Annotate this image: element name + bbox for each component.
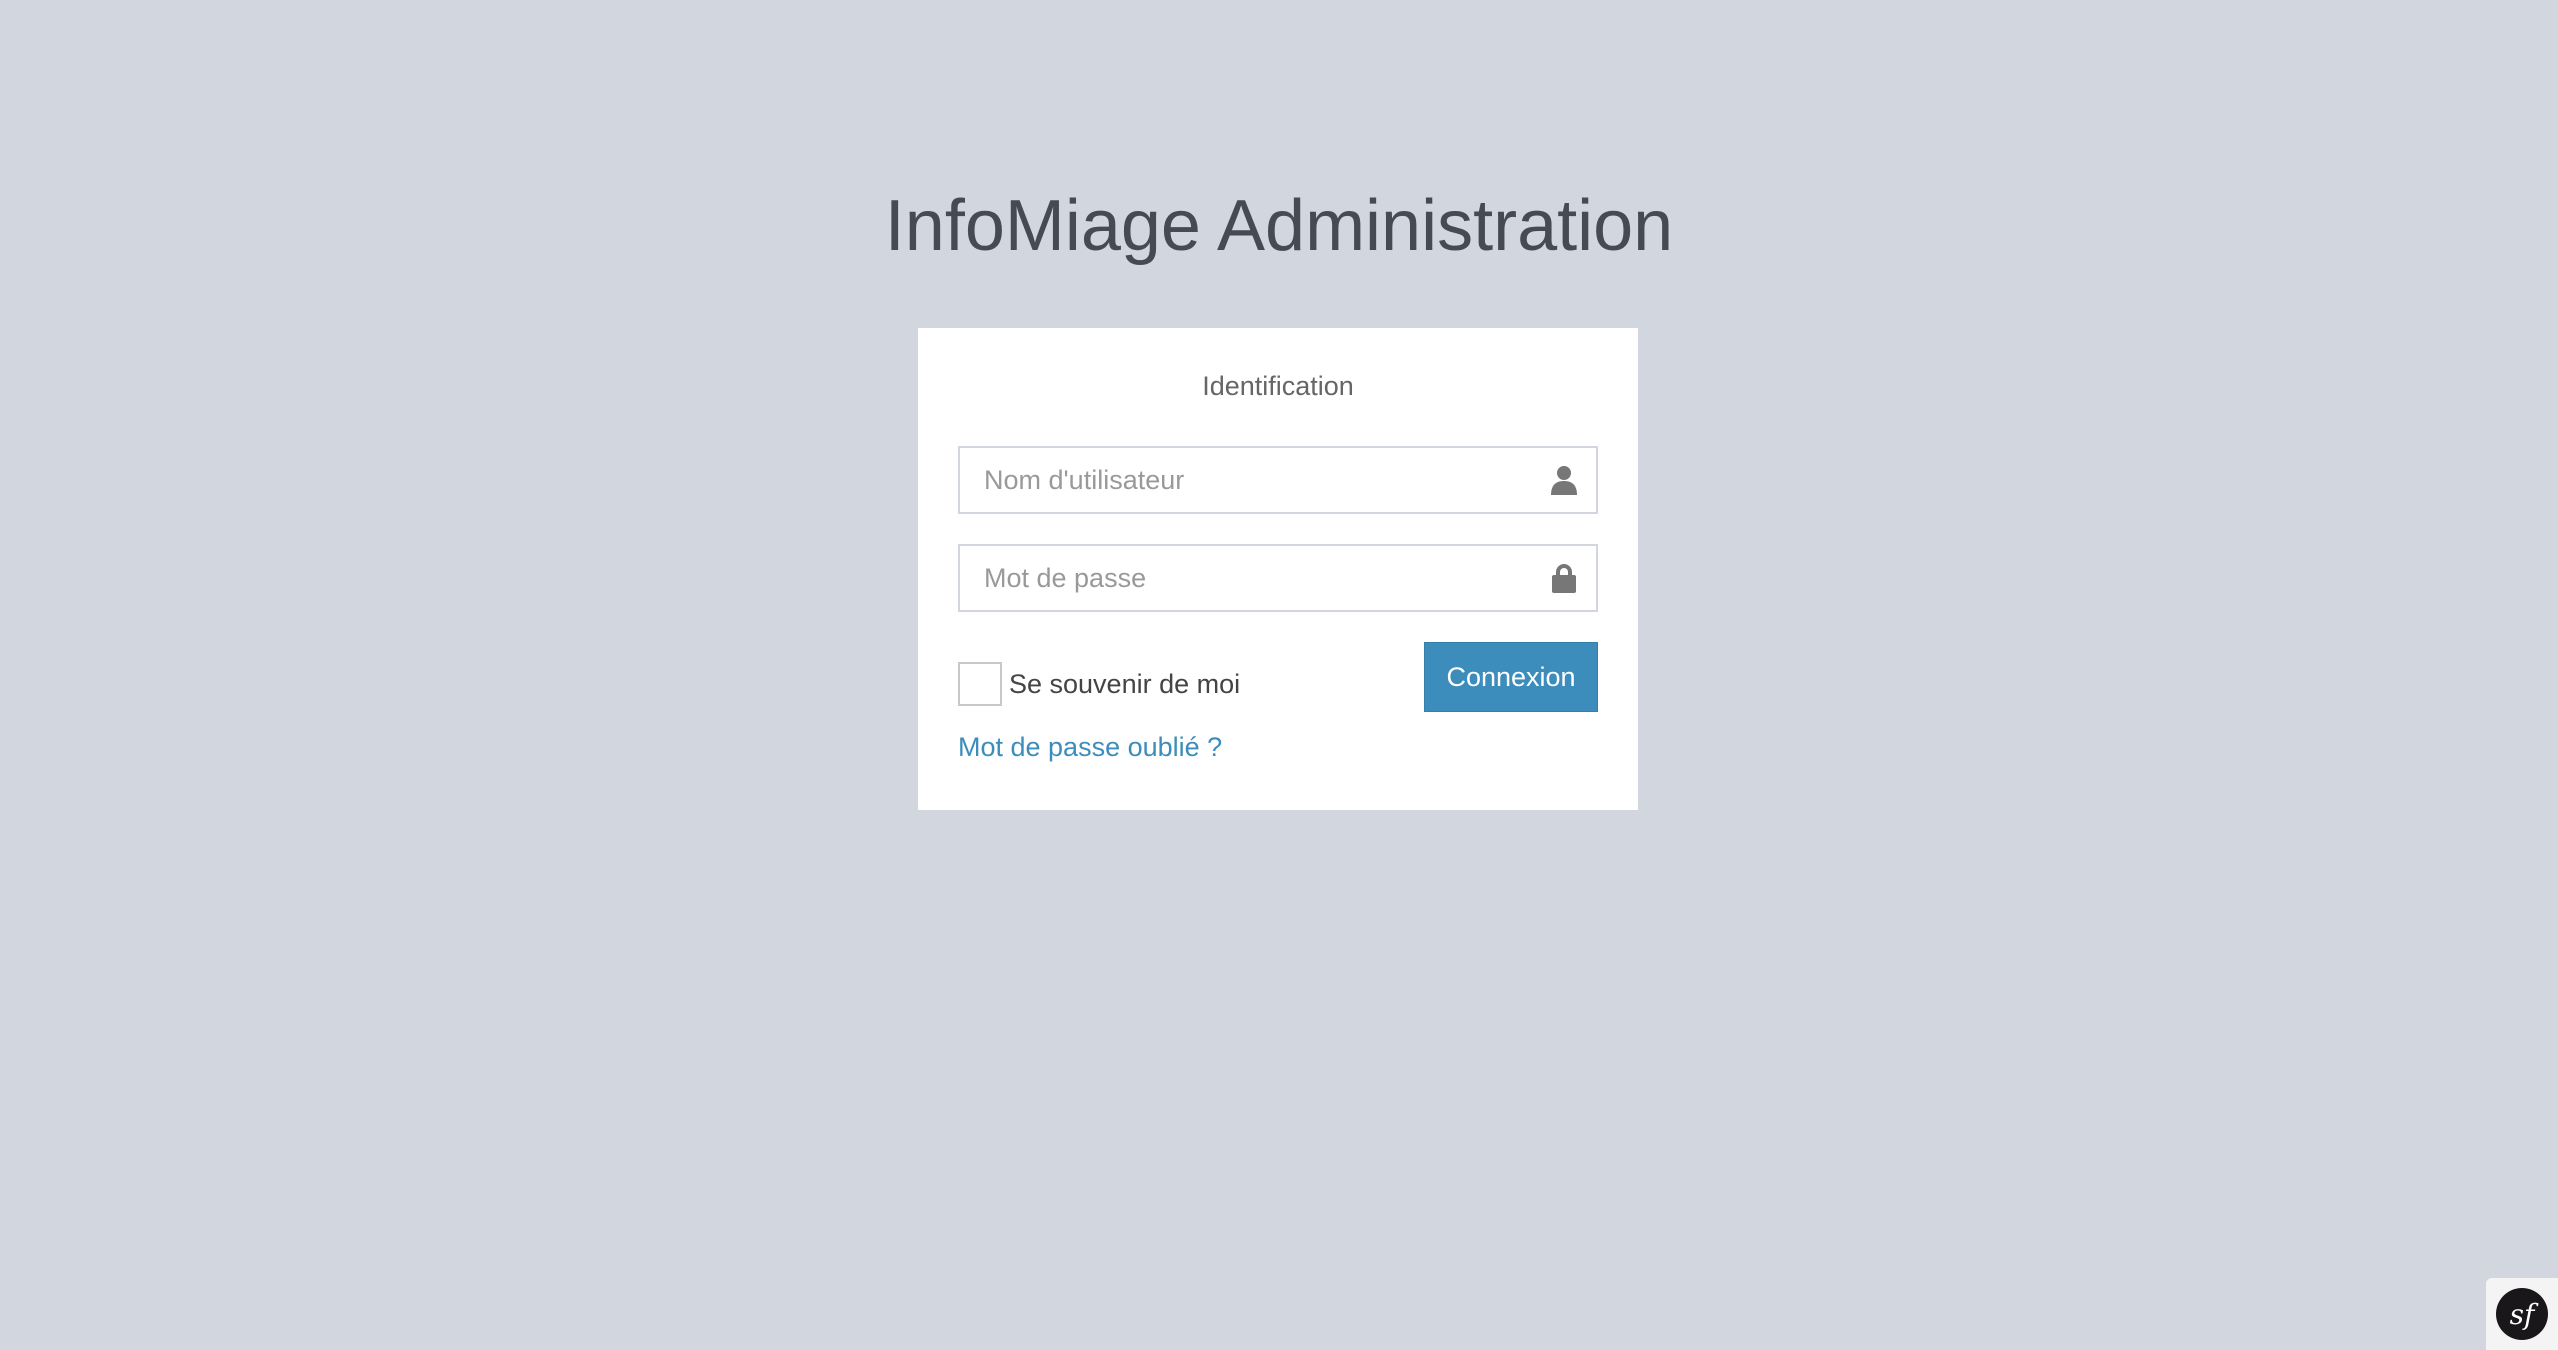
remember-checkbox[interactable] [958,662,1002,706]
page-title: InfoMiage Administration [884,186,1674,266]
forgot-password-link[interactable]: Mot de passe oublié ? [958,732,1222,763]
remember-label: Se souvenir de moi [1009,668,1241,699]
user-icon [1548,464,1580,496]
login-button[interactable]: Connexion [1424,642,1598,712]
username-group [958,446,1598,514]
symfony-logo-icon: sf [2496,1288,2548,1340]
password-input[interactable] [958,544,1598,612]
login-box-message: Identification [1202,371,1354,401]
login-box: Identification Se souve [918,328,1638,810]
actions-row: Se souvenir de moi Connexion [958,642,1598,712]
username-input[interactable] [958,446,1598,514]
symfony-toolbar-toggle[interactable]: sf [2486,1278,2558,1350]
remember-me[interactable]: Se souvenir de moi [958,662,1240,706]
lock-icon [1548,562,1580,594]
login-form: Se souvenir de moi Connexion Mot de pass… [958,446,1598,763]
password-group [958,544,1598,612]
